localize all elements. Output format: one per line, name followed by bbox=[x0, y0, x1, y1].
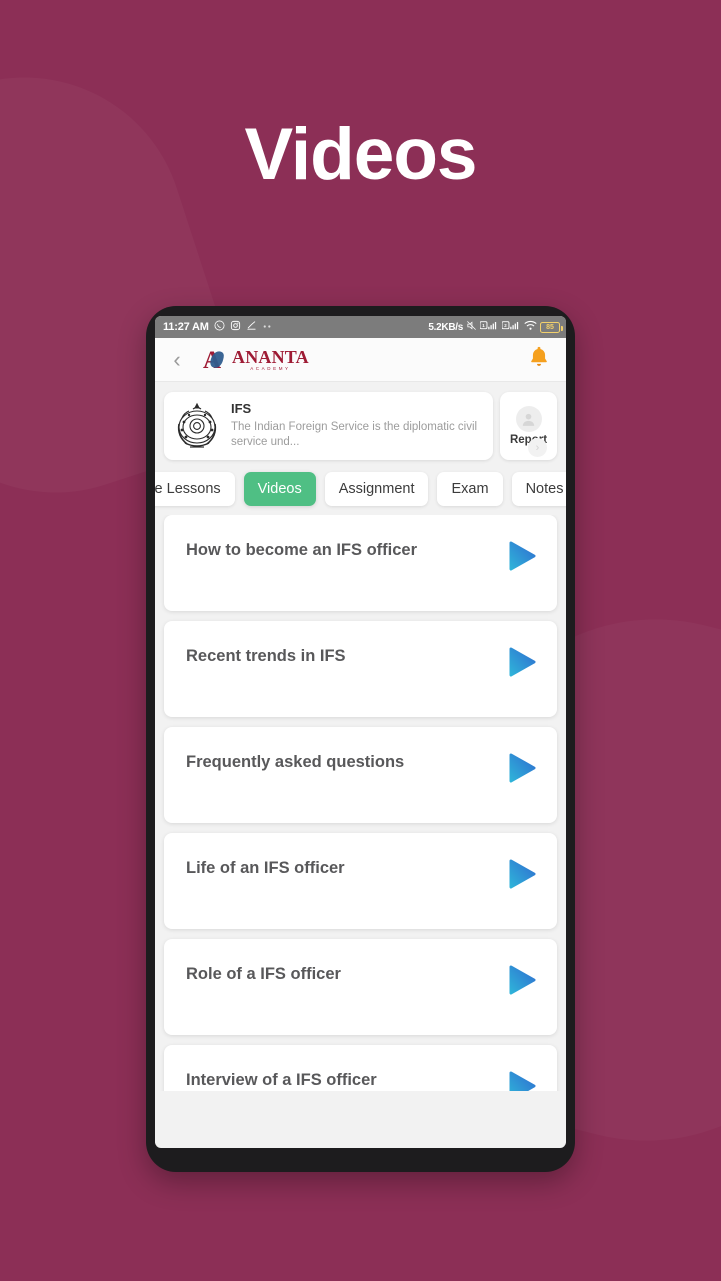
back-button[interactable]: ‹ bbox=[165, 348, 189, 372]
android-status-bar: 11:27 AM 5.2KB/s 1 2 85 bbox=[155, 316, 566, 338]
phone-frame: 11:27 AM 5.2KB/s 1 2 85 ‹ ANANTA ACADEMY… bbox=[146, 306, 575, 1172]
video-list-item[interactable]: Frequently asked questions bbox=[164, 727, 557, 823]
video-list[interactable]: How to become an IFS officer Recent tren… bbox=[155, 515, 566, 1091]
play-icon[interactable] bbox=[503, 644, 539, 685]
tab-videos[interactable]: Videos bbox=[243, 472, 316, 506]
battery-icon: 85 bbox=[540, 321, 563, 333]
video-list-item[interactable]: Role of a IFS officer bbox=[164, 939, 557, 1035]
video-title: Life of an IFS officer bbox=[186, 859, 345, 877]
course-description: The Indian Foreign Service is the diplom… bbox=[231, 420, 478, 449]
play-icon[interactable] bbox=[503, 856, 539, 897]
ifs-emblem-icon bbox=[173, 400, 221, 452]
video-title: Role of a IFS officer bbox=[186, 965, 341, 983]
status-bar-left: 11:27 AM bbox=[163, 320, 273, 334]
video-list-item[interactable]: Recent trends in IFS bbox=[164, 621, 557, 717]
tab-notes[interactable]: Notes bbox=[511, 472, 566, 506]
ananta-mark-icon: A bbox=[203, 347, 229, 373]
status-bar-right: 5.2KB/s 1 2 85 bbox=[428, 320, 563, 334]
video-list-item[interactable]: Life of an IFS officer bbox=[164, 833, 557, 929]
brand-subtitle: ACADEMY bbox=[250, 365, 291, 371]
page-title: Videos bbox=[244, 114, 477, 195]
video-list-item[interactable]: How to become an IFS officer bbox=[164, 515, 557, 611]
video-list-item[interactable]: Interview of a IFS officer bbox=[164, 1045, 557, 1091]
play-icon[interactable] bbox=[503, 538, 539, 579]
wifi-icon bbox=[524, 320, 537, 334]
status-bar-clock: 11:27 AM bbox=[163, 321, 209, 333]
mute-icon bbox=[466, 320, 477, 334]
brand-name: ANANTA bbox=[232, 346, 309, 367]
course-info-strip: IFS The Indian Foreign Service is the di… bbox=[155, 382, 566, 468]
sim1-signal-icon: 1 bbox=[479, 320, 499, 334]
network-speed-label: 5.2KB/s bbox=[428, 321, 463, 333]
sim2-signal-icon: 2 bbox=[501, 320, 521, 334]
video-title: Recent trends in IFS bbox=[186, 647, 346, 665]
play-icon[interactable] bbox=[503, 1068, 539, 1091]
tab-exam[interactable]: Exam bbox=[437, 472, 503, 506]
chevron-right-icon: › bbox=[528, 438, 547, 457]
play-icon[interactable] bbox=[503, 750, 539, 791]
tab-live-lessons[interactable]: Live Lessons bbox=[155, 472, 235, 506]
whatsapp-icon bbox=[214, 320, 225, 334]
video-title: How to become an IFS officer bbox=[186, 541, 418, 559]
download-icon bbox=[246, 320, 257, 334]
app-header: ‹ A ANANTA ACADEMY bbox=[155, 338, 566, 382]
video-title: Interview of a IFS officer bbox=[186, 1071, 377, 1089]
course-text: IFS The Indian Foreign Service is the di… bbox=[231, 401, 484, 452]
video-title: Frequently asked questions bbox=[186, 753, 405, 771]
course-title: IFS bbox=[231, 400, 252, 416]
brand-logo: A ANANTA ACADEMY bbox=[203, 347, 309, 373]
svg-text:2: 2 bbox=[504, 323, 507, 328]
brand-text: ANANTA ACADEMY bbox=[232, 348, 309, 372]
report-button[interactable]: Report › bbox=[500, 392, 557, 460]
tab-assignment[interactable]: Assignment bbox=[324, 472, 429, 506]
category-tab-bar[interactable]: Live Lessons Videos Assignment Exam Note… bbox=[155, 468, 566, 515]
play-icon[interactable] bbox=[503, 962, 539, 1003]
course-card[interactable]: IFS The Indian Foreign Service is the di… bbox=[164, 392, 493, 460]
svg-text:1: 1 bbox=[482, 323, 485, 328]
instagram-icon bbox=[230, 320, 241, 334]
phone-screen: 11:27 AM 5.2KB/s 1 2 85 ‹ ANANTA ACADEMY… bbox=[155, 316, 566, 1148]
more-dots-icon bbox=[262, 322, 273, 332]
person-icon bbox=[515, 406, 542, 432]
notification-bell-icon[interactable] bbox=[526, 344, 552, 375]
